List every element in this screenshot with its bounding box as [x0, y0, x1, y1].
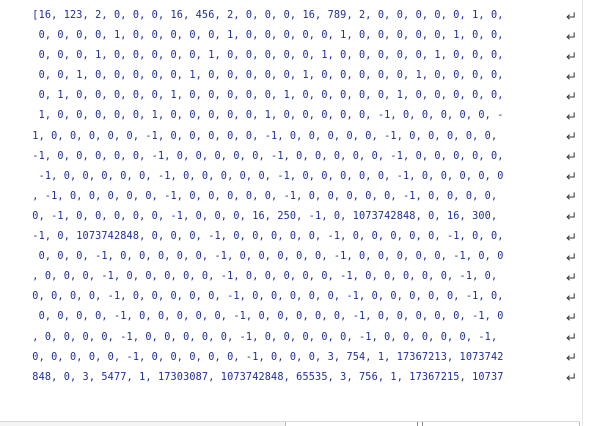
crlf-return-icon — [565, 207, 581, 227]
vertical-scrollbar[interactable] — [582, 0, 591, 426]
editor-line[interactable]: 0, 0, 0, 0, -1, 0, 0, 0, 0, 0, -1, 0, 0,… — [26, 287, 564, 307]
crlf-return-icon — [565, 6, 581, 26]
line-end-markers — [565, 6, 581, 388]
editor-line[interactable]: , 0, 0, 0, -1, 0, 0, 0, 0, 0, -1, 0, 0, … — [26, 267, 564, 287]
editor-line[interactable]: , -1, 0, 0, 0, 0, 0, -1, 0, 0, 0, 0, 0, … — [26, 187, 564, 207]
editor-line[interactable]: -1, 0, 1073742848, 0, 0, 0, -1, 0, 0, 0,… — [26, 227, 564, 247]
scrollbar-grip-icon[interactable] — [417, 422, 423, 426]
editor-line[interactable]: 0, 0, 1, 0, 0, 0, 0, 0, 1, 0, 0, 0, 0, 0… — [26, 66, 564, 86]
crlf-return-icon — [565, 26, 581, 46]
editor-line[interactable]: 0, 0, 0, 0, -1, 0, 0, 0, 0, 0, -1, 0, 0,… — [26, 307, 564, 327]
editor-text-area[interactable]: [16, 123, 2, 0, 0, 0, 16, 456, 2, 0, 0, … — [26, 6, 564, 388]
editor-line[interactable]: 0, 0, 0, 0, 0, -1, 0, 0, 0, 0, 0, -1, 0,… — [26, 348, 564, 368]
crlf-return-icon — [565, 127, 581, 147]
editor-line[interactable]: 1, 0, 0, 0, 0, 0, -1, 0, 0, 0, 0, 0, -1,… — [26, 127, 564, 147]
crlf-return-icon — [565, 247, 581, 267]
editor-line[interactable]: 0, 0, 0, 0, 1, 0, 0, 0, 0, 0, 1, 0, 0, 0… — [26, 26, 564, 46]
horizontal-scrollbar[interactable] — [0, 421, 580, 426]
text-editor[interactable]: [16, 123, 2, 0, 0, 0, 16, 456, 2, 0, 0, … — [0, 0, 591, 426]
editor-line[interactable]: -1, 0, 0, 0, 0, 0, -1, 0, 0, 0, 0, 0, -1… — [26, 167, 564, 187]
editor-line[interactable]: 0, 0, 0, -1, 0, 0, 0, 0, 0, -1, 0, 0, 0,… — [26, 247, 564, 267]
crlf-return-icon — [565, 328, 581, 348]
editor-line[interactable]: 0, -1, 0, 0, 0, 0, 0, -1, 0, 0, 0, 16, 2… — [26, 207, 564, 227]
editor-line[interactable]: , 0, 0, 0, 0, -1, 0, 0, 0, 0, 0, -1, 0, … — [26, 328, 564, 348]
crlf-return-icon — [565, 66, 581, 86]
crlf-return-icon — [565, 86, 581, 106]
editor-line[interactable]: -1, 0, 0, 0, 0, 0, -1, 0, 0, 0, 0, 0, -1… — [26, 147, 564, 167]
crlf-return-icon — [565, 106, 581, 126]
crlf-return-icon — [565, 147, 581, 167]
editor-line[interactable]: 1, 0, 0, 0, 0, 0, 1, 0, 0, 0, 0, 0, 1, 0… — [26, 106, 564, 126]
crlf-return-icon — [565, 167, 581, 187]
horizontal-scrollbar-thumb[interactable] — [285, 422, 580, 426]
crlf-return-icon — [565, 187, 581, 207]
crlf-return-icon — [565, 227, 581, 247]
crlf-return-icon — [565, 368, 581, 388]
editor-line[interactable]: [16, 123, 2, 0, 0, 0, 16, 456, 2, 0, 0, … — [26, 6, 564, 26]
crlf-return-icon — [565, 287, 581, 307]
editor-line[interactable]: 0, 0, 0, 1, 0, 0, 0, 0, 0, 1, 0, 0, 0, 0… — [26, 46, 564, 66]
crlf-return-icon — [565, 267, 581, 287]
crlf-return-icon — [565, 307, 581, 327]
editor-line[interactable]: 848, 0, 3, 5477, 1, 17303087, 1073742848… — [26, 368, 564, 388]
editor-line[interactable]: 0, 1, 0, 0, 0, 0, 0, 1, 0, 0, 0, 0, 0, 1… — [26, 86, 564, 106]
crlf-return-icon — [565, 348, 581, 368]
crlf-return-icon — [565, 46, 581, 66]
